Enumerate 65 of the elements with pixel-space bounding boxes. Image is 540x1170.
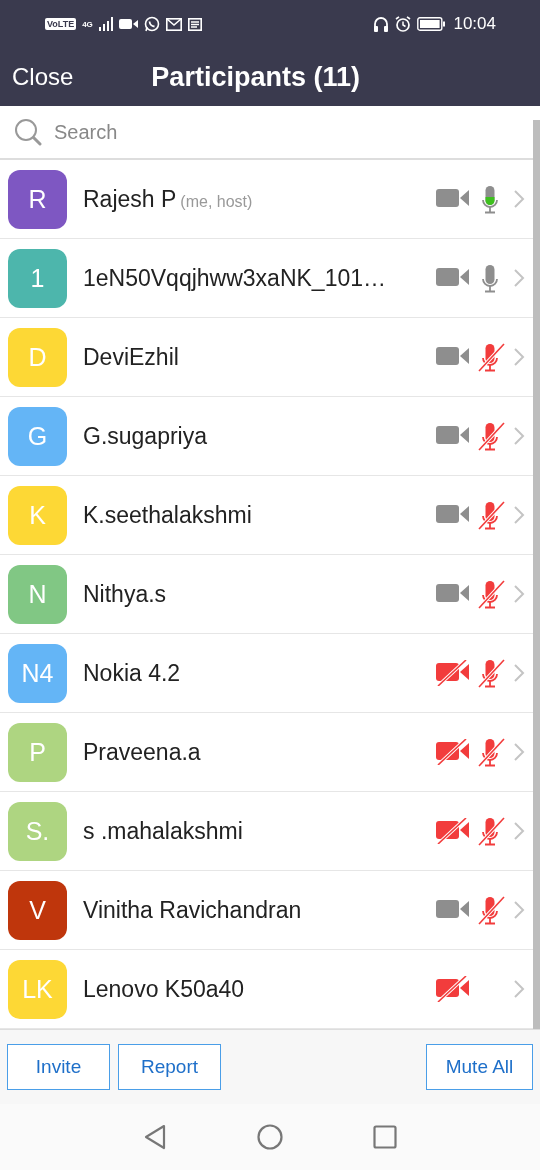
close-button[interactable]: Close	[12, 63, 74, 91]
headphones-icon	[373, 16, 390, 32]
participant-name: Rajesh P	[83, 185, 177, 213]
avatar: N4	[8, 643, 67, 703]
network-type-label: 4G	[82, 19, 93, 29]
participant-name: Nithya.s	[83, 580, 167, 608]
chevron-right-icon	[513, 426, 525, 446]
chevron-right-icon	[513, 189, 525, 209]
home-icon[interactable]	[257, 1124, 283, 1150]
avatar: LK	[8, 959, 67, 1019]
avatar: G	[8, 406, 67, 466]
chevron-right-icon	[513, 900, 525, 920]
back-icon[interactable]	[143, 1124, 167, 1150]
participant-name: 1eN50Vqqjhww3xaNK_101…	[83, 264, 387, 292]
avatar: R	[8, 169, 67, 229]
clock-time: 10:04	[453, 14, 496, 34]
participant-name: Vinitha Ravichandran	[83, 896, 302, 924]
avatar: P	[8, 722, 67, 782]
action-button[interactable]: Report	[118, 1044, 221, 1090]
participant-row[interactable]: 1 1eN50Vqqjhww3xaNK_101…	[0, 239, 533, 318]
participant-name: G.sugapriya	[83, 422, 207, 450]
participant-row[interactable]: N Nithya.s	[0, 555, 533, 634]
chevron-right-icon	[513, 663, 525, 683]
avatar: K	[8, 485, 67, 545]
network-badge: VoLTE	[45, 18, 77, 30]
participant-name: Lenovo K50a40	[83, 975, 245, 1003]
avatar: 1	[8, 248, 67, 308]
video-camera-icon	[118, 18, 138, 30]
participant-role: (me, host)	[180, 192, 253, 211]
search-field[interactable]: Search	[54, 106, 533, 158]
chevron-right-icon	[513, 268, 525, 288]
participant-name: K.seethalakshmi	[83, 501, 252, 529]
chevron-right-icon	[513, 347, 525, 367]
alarm-clock-icon	[395, 16, 412, 32]
participant-row[interactable]: S. s .mahalakshmi	[0, 792, 533, 871]
chevron-right-icon	[513, 584, 525, 604]
battery-icon	[417, 17, 446, 31]
recent-apps-icon[interactable]	[373, 1125, 397, 1149]
participant-row[interactable]: V Vinitha Ravichandran	[0, 871, 533, 950]
search-icon	[14, 118, 42, 146]
action-button[interactable]: Invite	[7, 1044, 110, 1090]
mail-icon	[165, 17, 182, 31]
message-icon	[187, 17, 202, 31]
participant-row[interactable]: D DeviEzhil	[0, 318, 533, 397]
mute-all-button[interactable]: Mute All	[426, 1044, 533, 1090]
participant-row[interactable]: P Praveena.a	[0, 713, 533, 792]
participant-name: Praveena.a	[83, 738, 201, 766]
chevron-right-icon	[513, 505, 525, 525]
chevron-right-icon	[513, 979, 525, 999]
participant-row[interactable]: G G.sugapriya	[0, 397, 533, 476]
participant-name: s .mahalakshmi	[83, 817, 243, 845]
avatar: V	[8, 880, 67, 940]
screen-title: Participants (11)	[151, 61, 360, 93]
avatar: D	[8, 327, 67, 387]
participant-row[interactable]: K K.seethalakshmi	[0, 476, 533, 555]
chevron-right-icon	[513, 821, 525, 841]
participant-row[interactable]: R Rajesh P (me, host)	[0, 160, 533, 239]
participant-name: DeviEzhil	[83, 343, 179, 371]
chevron-right-icon	[513, 742, 525, 762]
avatar: N	[8, 564, 67, 624]
participant-row[interactable]: N4 Nokia 4.2	[0, 634, 533, 713]
signal-icon	[98, 17, 113, 31]
participant-name: Nokia 4.2	[83, 659, 181, 687]
chat-bubble-icon	[143, 16, 160, 32]
avatar: S.	[8, 801, 67, 861]
